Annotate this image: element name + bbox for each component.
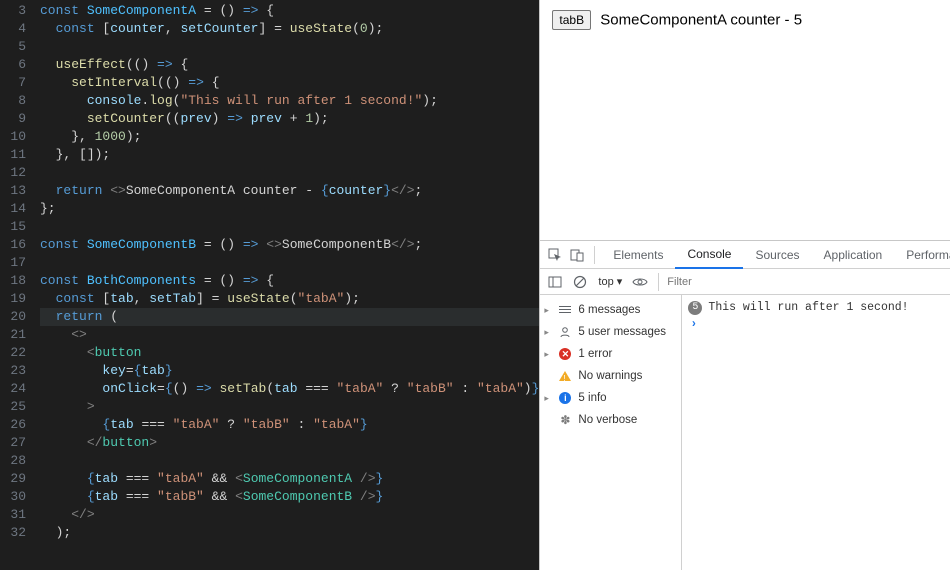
devtools-tab-sources[interactable]: Sources: [743, 241, 811, 269]
error-icon: ✕: [558, 347, 572, 361]
console-prompt[interactable]: ›: [688, 317, 950, 333]
sidebar-row-msgs[interactable]: ▸ 6 messages: [540, 299, 681, 321]
sidebar-toggle-icon[interactable]: [544, 271, 566, 293]
messages-icon: [558, 303, 572, 317]
console-log-row: 5 This will run after 1 second!: [688, 299, 950, 317]
toggle-tab-button[interactable]: tabB: [552, 10, 591, 30]
sidebar-label: 5 info: [578, 390, 606, 406]
inspect-element-icon[interactable]: [544, 244, 566, 266]
context-selector[interactable]: top ▾: [594, 274, 626, 289]
line-number-gutter: 3456789101112131415161718192021222324252…: [0, 0, 34, 570]
devtools: ElementsConsoleSourcesApplicationPerform…: [540, 240, 950, 570]
user-messages-icon: [558, 325, 572, 339]
devtools-tabbar: ElementsConsoleSourcesApplicationPerform…: [540, 241, 950, 269]
component-output: SomeComponentA counter - 5: [600, 12, 802, 29]
devtools-tab-application[interactable]: Application: [812, 241, 895, 269]
sidebar-row-verbose[interactable]: No verbose: [540, 409, 681, 431]
sidebar-label: No verbose: [578, 412, 637, 428]
live-expression-icon[interactable]: [630, 272, 650, 292]
sidebar-label: 5 user messages: [578, 324, 666, 340]
devtools-tab-elements[interactable]: Elements: [601, 241, 675, 269]
console-toolbar: top ▾: [540, 269, 950, 295]
code-editor[interactable]: 3456789101112131415161718192021222324252…: [0, 0, 539, 570]
sidebar-label: 1 error: [578, 346, 612, 362]
disclosure-triangle-icon: ▸: [544, 390, 552, 406]
disclosure-triangle-icon: ▸: [544, 324, 552, 340]
devtools-tab-console[interactable]: Console: [675, 241, 743, 269]
verbose-icon: [558, 413, 572, 427]
warning-icon: [558, 369, 572, 383]
sidebar-row-info[interactable]: ▸ i 5 info: [540, 387, 681, 409]
sidebar-row-warn[interactable]: No warnings: [540, 365, 681, 387]
code-area[interactable]: const SomeComponentA = () => { const [co…: [34, 0, 539, 570]
log-message: This will run after 1 second!: [708, 300, 908, 316]
clear-console-icon[interactable]: [570, 272, 590, 292]
console-sidebar[interactable]: ▸ 6 messages ▸ 5 user messages ▸ ✕ 1 error No w…: [540, 295, 682, 570]
disclosure-triangle-icon: ▸: [544, 346, 552, 362]
console-filter-input[interactable]: [658, 273, 950, 291]
devtools-tab-performance[interactable]: Performance: [894, 241, 950, 269]
sidebar-label: 6 messages: [578, 302, 640, 318]
info-icon: i: [558, 391, 572, 405]
right-pane: tabB SomeComponentA counter - 5 Elements…: [539, 0, 950, 570]
console-output[interactable]: 5 This will run after 1 second! ›: [682, 295, 950, 570]
sidebar-label: No warnings: [578, 368, 642, 384]
devtools-body: ▸ 6 messages ▸ 5 user messages ▸ ✕ 1 error No w…: [540, 295, 950, 570]
separator: [594, 246, 595, 264]
app-preview: tabB SomeComponentA counter - 5: [540, 0, 950, 240]
sidebar-row-error[interactable]: ▸ ✕ 1 error: [540, 343, 681, 365]
disclosure-triangle-icon: ▸: [544, 302, 552, 318]
sidebar-row-user[interactable]: ▸ 5 user messages: [540, 321, 681, 343]
toggle-device-icon[interactable]: [566, 244, 588, 266]
log-count-badge: 5: [688, 301, 702, 315]
